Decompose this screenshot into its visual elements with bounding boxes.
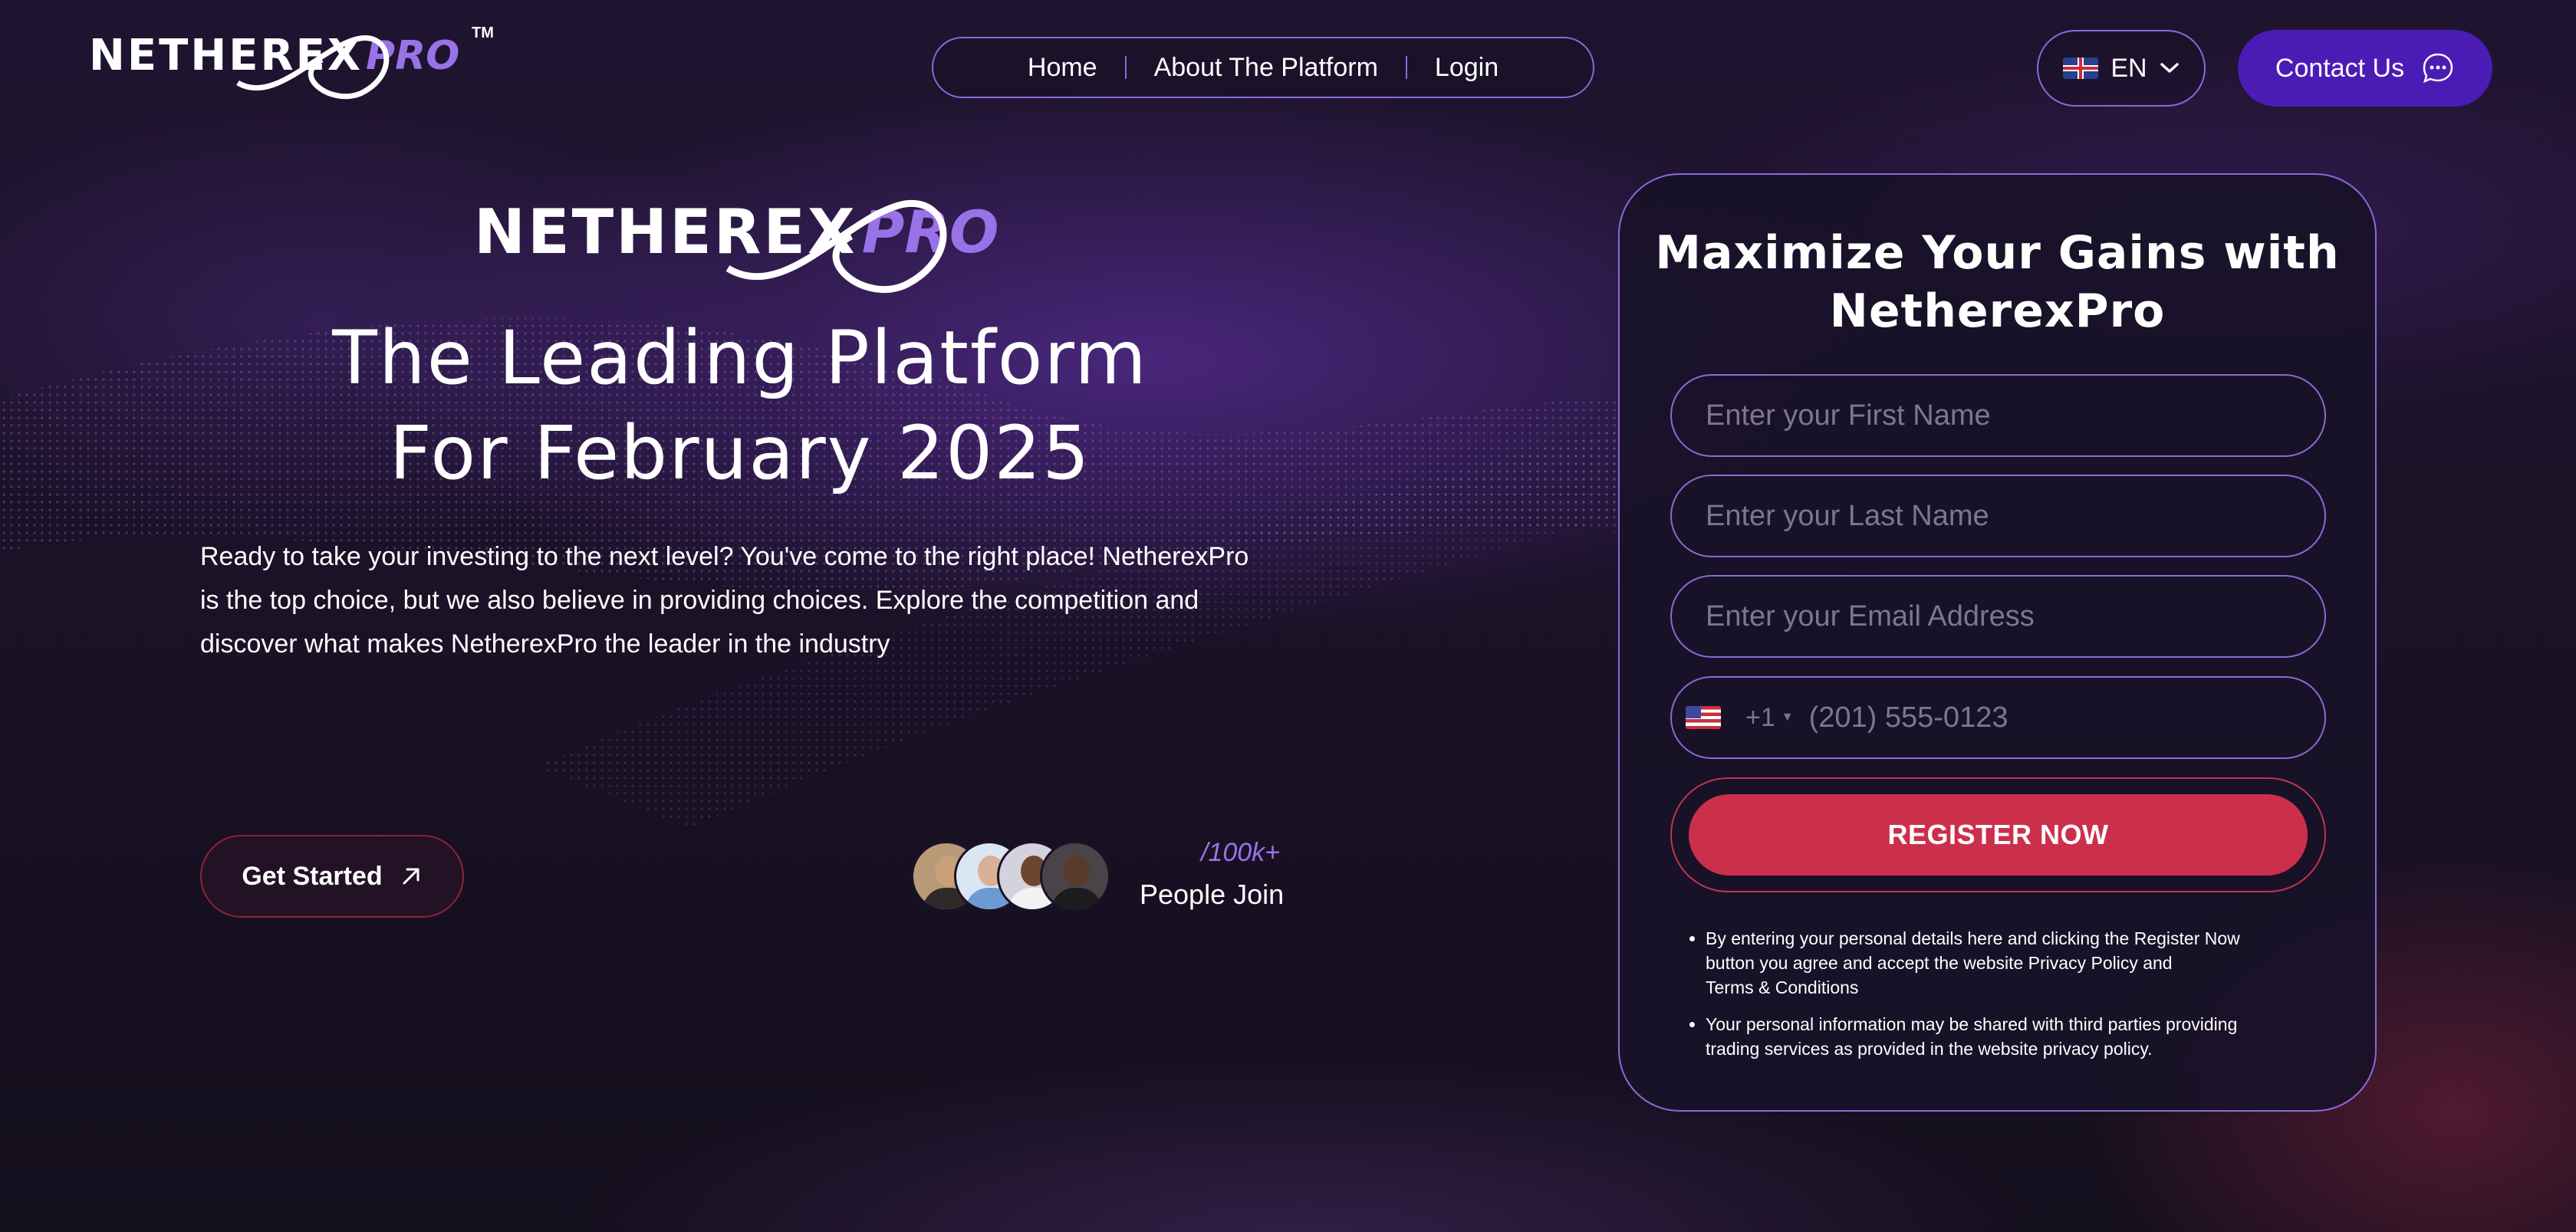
avatar: [1040, 841, 1110, 912]
us-flag-icon[interactable]: [1686, 706, 1721, 729]
language-selector[interactable]: EN: [2037, 30, 2206, 107]
contact-us-button[interactable]: Contact Us: [2238, 30, 2492, 107]
arrow-up-right-icon: [403, 868, 419, 885]
registration-form: Maximize Your Gains with NetherexPro +1 …: [1618, 173, 2377, 1112]
chat-bubble-icon: [2423, 53, 2453, 84]
dial-code[interactable]: +1: [1745, 703, 1775, 733]
terms-link[interactable]: Terms & Conditions: [1706, 977, 1858, 997]
legal-notice-item: By entering your personal details here a…: [1706, 926, 2319, 1000]
nav-login[interactable]: Login: [1407, 53, 1526, 83]
user-avatars: [911, 841, 1110, 912]
legal-notice-text: button you agree and accept the website …: [1706, 953, 2173, 973]
headline-line-1: The Leading Platform: [332, 315, 1148, 401]
phone-field: +1 ▼: [1670, 676, 2326, 759]
uk-flag-icon: [2063, 57, 2099, 79]
form-title-line-2: NetherexPro: [1829, 284, 2166, 338]
people-join-label: People Join: [1140, 879, 1285, 910]
legal-notices: By entering your personal details here a…: [1678, 926, 2319, 1073]
language-code: EN: [2110, 53, 2147, 83]
phone-input[interactable]: [1807, 700, 2324, 735]
last-name-input[interactable]: [1670, 475, 2326, 557]
register-button-frame: REGISTER NOW: [1670, 777, 2326, 892]
get-started-label: Get Started: [242, 861, 383, 891]
caret-down-icon[interactable]: ▼: [1781, 711, 1794, 724]
get-started-button[interactable]: Get Started: [200, 835, 464, 918]
legal-notice-text: By entering your personal details here a…: [1706, 928, 2240, 948]
trademark-mark: TM: [472, 25, 494, 41]
legal-notice-text: Your personal information may be shared …: [1706, 1014, 2238, 1034]
legal-notice-text: trading services as provided in the webs…: [1706, 1039, 2153, 1059]
first-name-input[interactable]: [1670, 374, 2326, 457]
email-input[interactable]: [1670, 575, 2326, 658]
form-title-line-1: Maximize Your Gains with: [1655, 226, 2340, 280]
hero-logo-swoosh-icon: [725, 200, 947, 293]
contact-us-label: Contact Us: [2275, 53, 2405, 83]
register-now-button[interactable]: REGISTER NOW: [1689, 794, 2308, 876]
hero-headline: The Leading Platform For February 2025: [176, 310, 1304, 501]
hero-intro: Ready to take your investing to the next…: [200, 542, 1249, 659]
form-title: Maximize Your Gains with NetherexPro: [1620, 224, 2375, 340]
headline-line-2: For February 2025: [389, 410, 1091, 496]
logo-swoosh-icon: [236, 35, 390, 100]
nav-home[interactable]: Home: [1000, 53, 1125, 83]
chevron-down-icon: [2160, 63, 2179, 73]
nav-about-platform[interactable]: About The Platform: [1127, 53, 1406, 83]
legal-notice-item: Your personal information may be shared …: [1706, 1012, 2319, 1061]
people-count: /100k+: [1201, 838, 1281, 867]
main-nav: Home About The Platform Login: [932, 37, 1594, 98]
